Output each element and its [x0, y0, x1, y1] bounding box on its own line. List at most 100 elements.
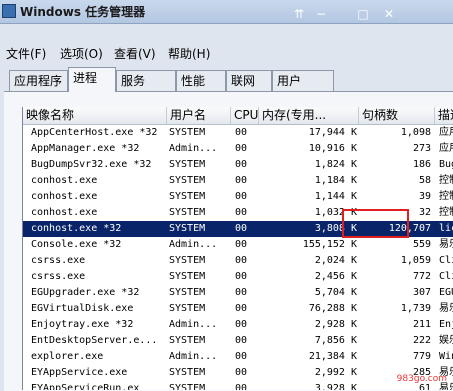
title-bar: Windows 任务管理器 ⇈ − □ ✕ — [0, 0, 453, 24]
menu-options[interactable]: 选项(O) — [60, 45, 103, 62]
cell-mem: 17,944 K — [308, 127, 357, 138]
cell-name: EGUpgrader.exe *32 — [31, 287, 140, 298]
cell-mem: 1,824 K — [314, 159, 357, 170]
table-row[interactable]: EYAppServiceRun.exSYSTEM003,928 K61易乐游 — [23, 381, 453, 390]
column-image-name[interactable]: 映像名称 — [23, 107, 167, 124]
process-table[interactable]: 映像名称 用户名 CPU 内存(专用... 句柄数 描述 AppCenterHo… — [22, 107, 453, 390]
cell-user: SYSTEM — [169, 335, 206, 346]
tab-services[interactable]: 服务 — [116, 70, 176, 91]
cell-mem: 5,704 K — [314, 287, 357, 298]
column-handles[interactable]: 句柄数 — [359, 107, 435, 124]
cell-desc: 应用中 — [439, 143, 453, 154]
table-row[interactable]: csrss.exe SYSTEM 00 2,024 K 1,059 Clien — [23, 253, 453, 269]
cell-cpu: 00 — [235, 207, 248, 218]
column-description[interactable]: 描述 — [435, 107, 453, 124]
cell-mem: 2,024 K — [314, 255, 357, 266]
table-row[interactable]: conhost.exe SYSTEM 00 1,184 K 58 控制台 — [23, 173, 453, 189]
cell-handles: 772 — [412, 271, 431, 282]
cell-desc: 易乐游 — [439, 239, 453, 250]
maximize-button[interactable]: □ — [355, 7, 371, 21]
cell-cpu: 00 — [235, 351, 248, 362]
table-row[interactable]: csrss.exe SYSTEM 00 2,456 K 772 Clien — [23, 269, 453, 285]
cell-user: SYSTEM — [169, 191, 206, 202]
column-user-name[interactable]: 用户名 — [167, 107, 231, 124]
cell-mem: 3,928 K — [314, 383, 357, 390]
cell-handles: 222 — [412, 335, 431, 346]
table-row[interactable]: EGUpgrader.exe *32 SYSTEM 00 5,704 K 307 EGUp… — [23, 285, 453, 301]
cell-cpu: 00 — [235, 143, 248, 154]
cell-user: Admin... — [169, 239, 218, 250]
table-row[interactable]: AppManager.exe *32 Admin... 00 10,916 K 273 应… — [23, 141, 453, 157]
cell-desc: Winds — [439, 351, 453, 362]
cell-handles: 1,098 — [400, 127, 431, 138]
cell-desc: Clien — [439, 271, 453, 282]
cell-cpu: 00 — [235, 175, 248, 186]
cell-mem: 21,384 K — [308, 351, 357, 362]
cell-user: SYSTEM — [169, 287, 206, 298]
table-row[interactable]: EntDesktopServer.e... SYSTEM 00 7,856 K 222 娱… — [23, 333, 453, 349]
tab-applications[interactable]: 应用程序 — [9, 70, 68, 91]
table-row[interactable]: BugDumpSvr32.exe *32 SYSTEM 00 1,824 K 186 Bu… — [23, 157, 453, 173]
cell-name: AppManager.exe *32 — [31, 143, 140, 154]
watermark: 983go.com — [396, 374, 447, 384]
cell-cpu: 00 — [235, 335, 248, 346]
menu-bar: 文件(F) 选项(O) 查看(V) 帮助(H) — [0, 43, 453, 63]
tab-users[interactable]: 用户 — [272, 70, 334, 91]
pin-icon[interactable]: ⇈ — [291, 7, 307, 21]
cell-user: SYSTEM — [169, 207, 206, 218]
tab-networking[interactable]: 联网 — [226, 70, 272, 91]
cell-cpu: 00 — [235, 223, 248, 234]
cell-cpu: 00 — [235, 367, 248, 378]
cell-name: conhost.exe — [31, 207, 98, 218]
cell-user: SYSTEM — [169, 383, 206, 390]
menu-view[interactable]: 查看(V) — [114, 45, 156, 62]
table-row[interactable]: explorer.exe Admin... 00 21,384 K 779 Winds — [23, 349, 453, 365]
cell-name: EYAppServiceRun.ex — [31, 383, 140, 390]
cell-user: SYSTEM — [169, 175, 206, 186]
cell-name: csrss.exe — [31, 271, 86, 282]
cell-handles: 559 — [412, 239, 431, 250]
cell-desc: 娱乐兴 — [439, 335, 453, 346]
cell-handles: 186 — [412, 159, 431, 170]
cell-user: SYSTEM — [169, 367, 206, 378]
cell-desc: BugDu — [439, 159, 453, 170]
table-header: 映像名称 用户名 CPU 内存(专用... 句柄数 描述 — [23, 107, 453, 125]
cell-handles: 211 — [412, 319, 431, 330]
cell-desc: 易乐游 — [439, 303, 453, 314]
cell-user: SYSTEM — [169, 223, 206, 234]
cell-name: EGVirtualDisk.exe — [31, 303, 134, 314]
cell-desc: 控制台 — [439, 207, 453, 218]
cell-desc: EGUpg — [439, 287, 453, 298]
cell-name: Console.exe *32 — [31, 239, 122, 250]
tab-performance[interactable]: 性能 — [176, 70, 226, 91]
table-row[interactable]: Console.exe *32 Admin... 00 155,152 K 559 易乐游 — [23, 237, 453, 253]
cell-cpu: 00 — [235, 127, 248, 138]
menu-help[interactable]: 帮助(H) — [168, 45, 210, 62]
column-memory[interactable]: 内存(专用... — [259, 107, 359, 124]
close-button[interactable]: ✕ — [381, 7, 397, 21]
cell-name: conhost.exe — [31, 175, 98, 186]
cell-name: csrss.exe — [31, 255, 86, 266]
menu-file[interactable]: 文件(F) — [6, 45, 46, 62]
minimize-button[interactable]: − — [313, 7, 329, 21]
cell-name: conhost.exe — [31, 191, 98, 202]
table-row[interactable]: EGVirtualDisk.exe SYSTEM 00 76,288 K 1,739 易乐… — [23, 301, 453, 317]
cell-cpu: 00 — [235, 383, 248, 390]
table-row[interactable]: conhost.exe SYSTEM 00 1,144 K 39 控制台 — [23, 189, 453, 205]
column-cpu[interactable]: CPU — [231, 107, 259, 124]
table-row[interactable]: AppCenterHost.exe *32 SYSTEM 00 17,944 K 1,0… — [23, 125, 453, 141]
table-row[interactable]: EYAppService.exeSYSTEM002,992 K285易乐游 — [23, 365, 453, 381]
cell-desc: licro — [439, 223, 453, 234]
cell-desc: Clien — [439, 255, 453, 266]
cell-mem: 1,144 K — [314, 191, 357, 202]
cell-desc: 应用中 — [439, 127, 453, 138]
task-manager-app-icon — [2, 4, 16, 18]
tab-processes[interactable]: 进程 — [68, 67, 116, 92]
table-row[interactable]: Enjoytray.exe *32 Admin... 00 2,928 K 211 Enj… — [23, 317, 453, 333]
cell-user: Admin... — [169, 143, 218, 154]
cell-cpu: 00 — [235, 303, 248, 314]
cell-handles: 779 — [412, 351, 431, 362]
cell-cpu: 00 — [235, 159, 248, 170]
tab-strip: 应用程序 进程 服务 性能 联网 用户 — [0, 67, 453, 92]
cell-name: Enjoytray.exe *32 — [31, 319, 134, 330]
